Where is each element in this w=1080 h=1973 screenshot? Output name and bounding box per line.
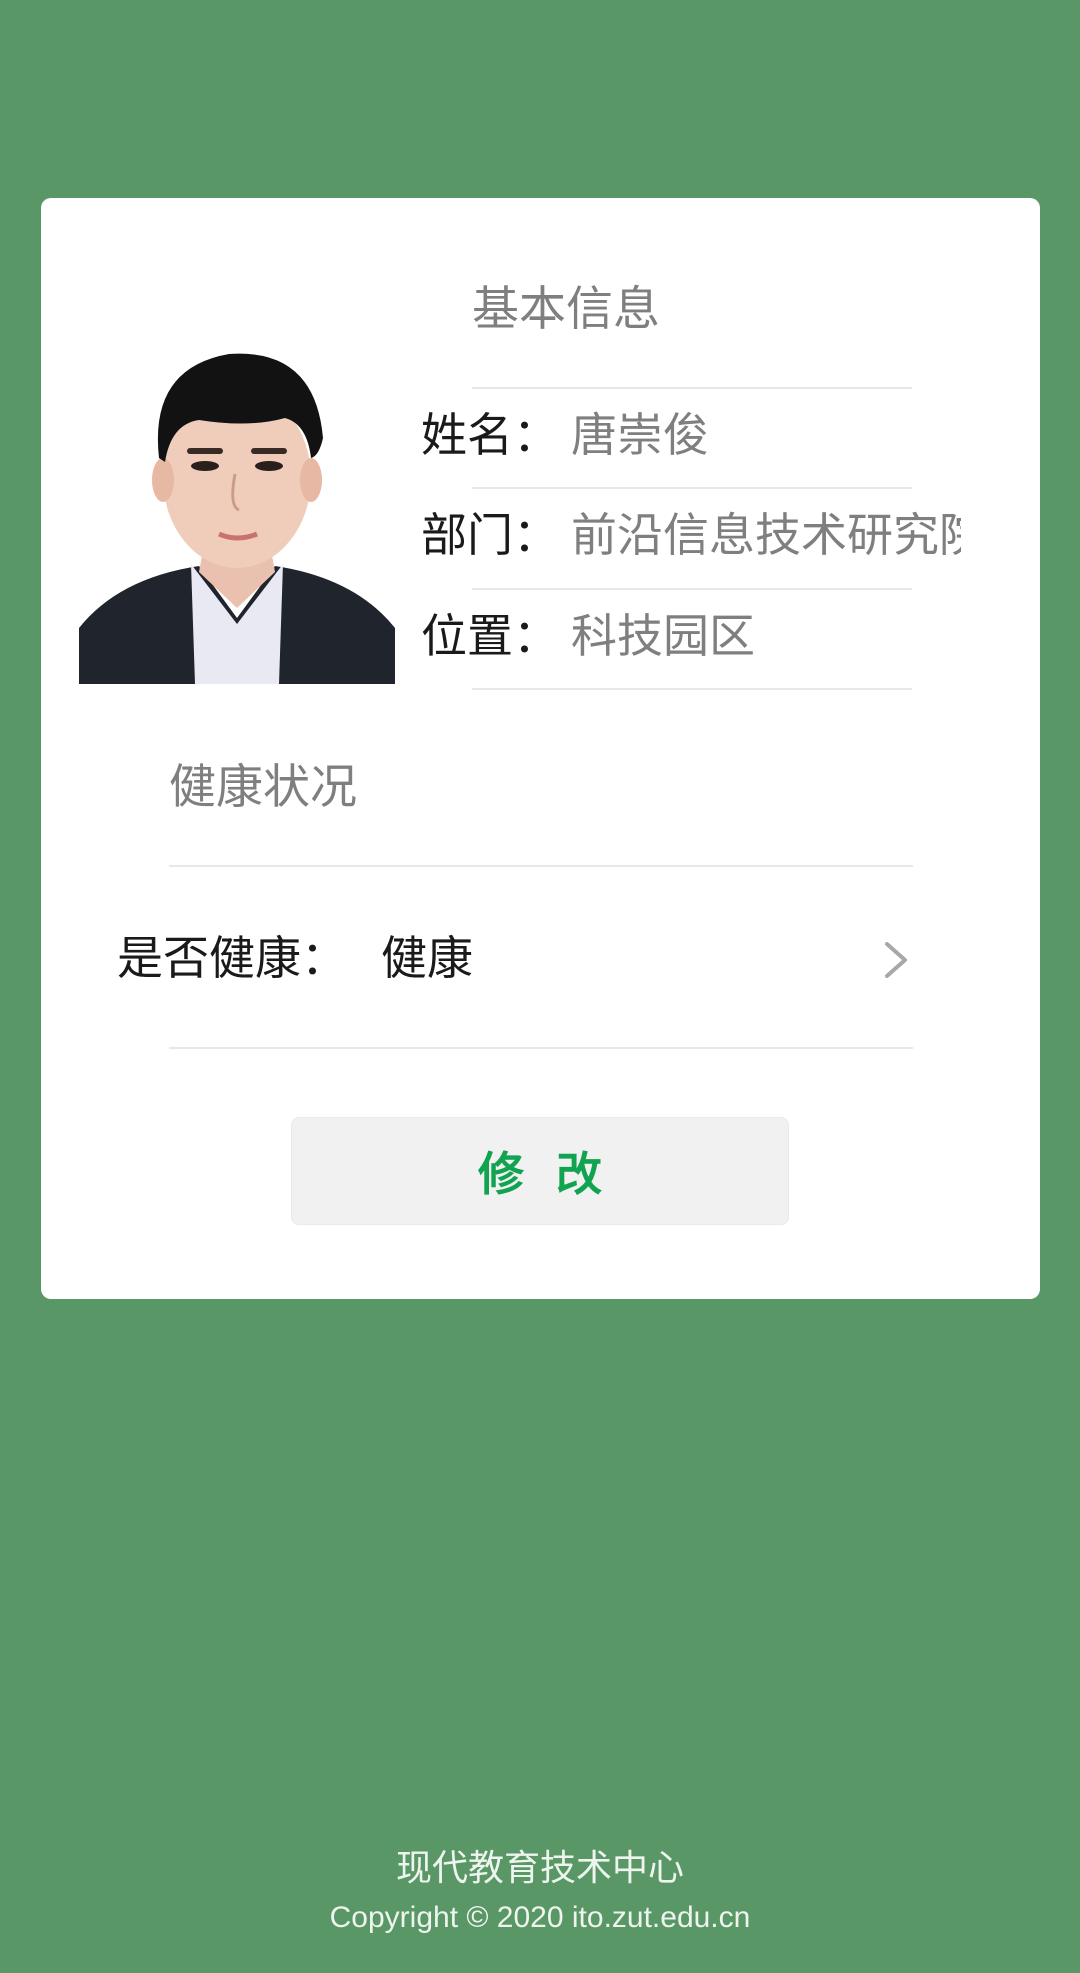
footer-organization: 现代教育技术中心 (395, 1848, 684, 1889)
basic-info-title: 基本信息 (472, 282, 660, 337)
chevron-right-icon (879, 940, 913, 980)
health-status-row[interactable]: 是否健康： 健康 (41, 898, 1040, 1018)
location-value: 科技园区 (571, 609, 755, 663)
department-value: 前沿信息技术研究院 (571, 508, 961, 562)
health-status-label: 是否健康： (117, 931, 347, 985)
location-label: 位置： (421, 609, 559, 663)
profile-photo (79, 328, 395, 684)
profile-card: 基本信息 姓名： 唐崇俊 部门： 前沿信息技术研究院 位置： 科技园区 健康状况… (41, 198, 1040, 1299)
divider (472, 688, 912, 690)
divider (472, 487, 912, 489)
divider (472, 387, 912, 389)
health-section-title: 健康状况 (169, 760, 357, 815)
name-value: 唐崇俊 (571, 408, 709, 462)
health-status-value: 健康 (381, 931, 473, 985)
department-label: 部门： (421, 508, 559, 562)
name-label: 姓名： (421, 408, 559, 462)
divider (169, 1047, 913, 1049)
footer-copyright: Copyright © 2020 ito.zut.edu.cn (329, 1901, 751, 1934)
edit-button[interactable]: 修改 (291, 1117, 789, 1225)
divider (169, 865, 913, 867)
divider (472, 588, 912, 590)
